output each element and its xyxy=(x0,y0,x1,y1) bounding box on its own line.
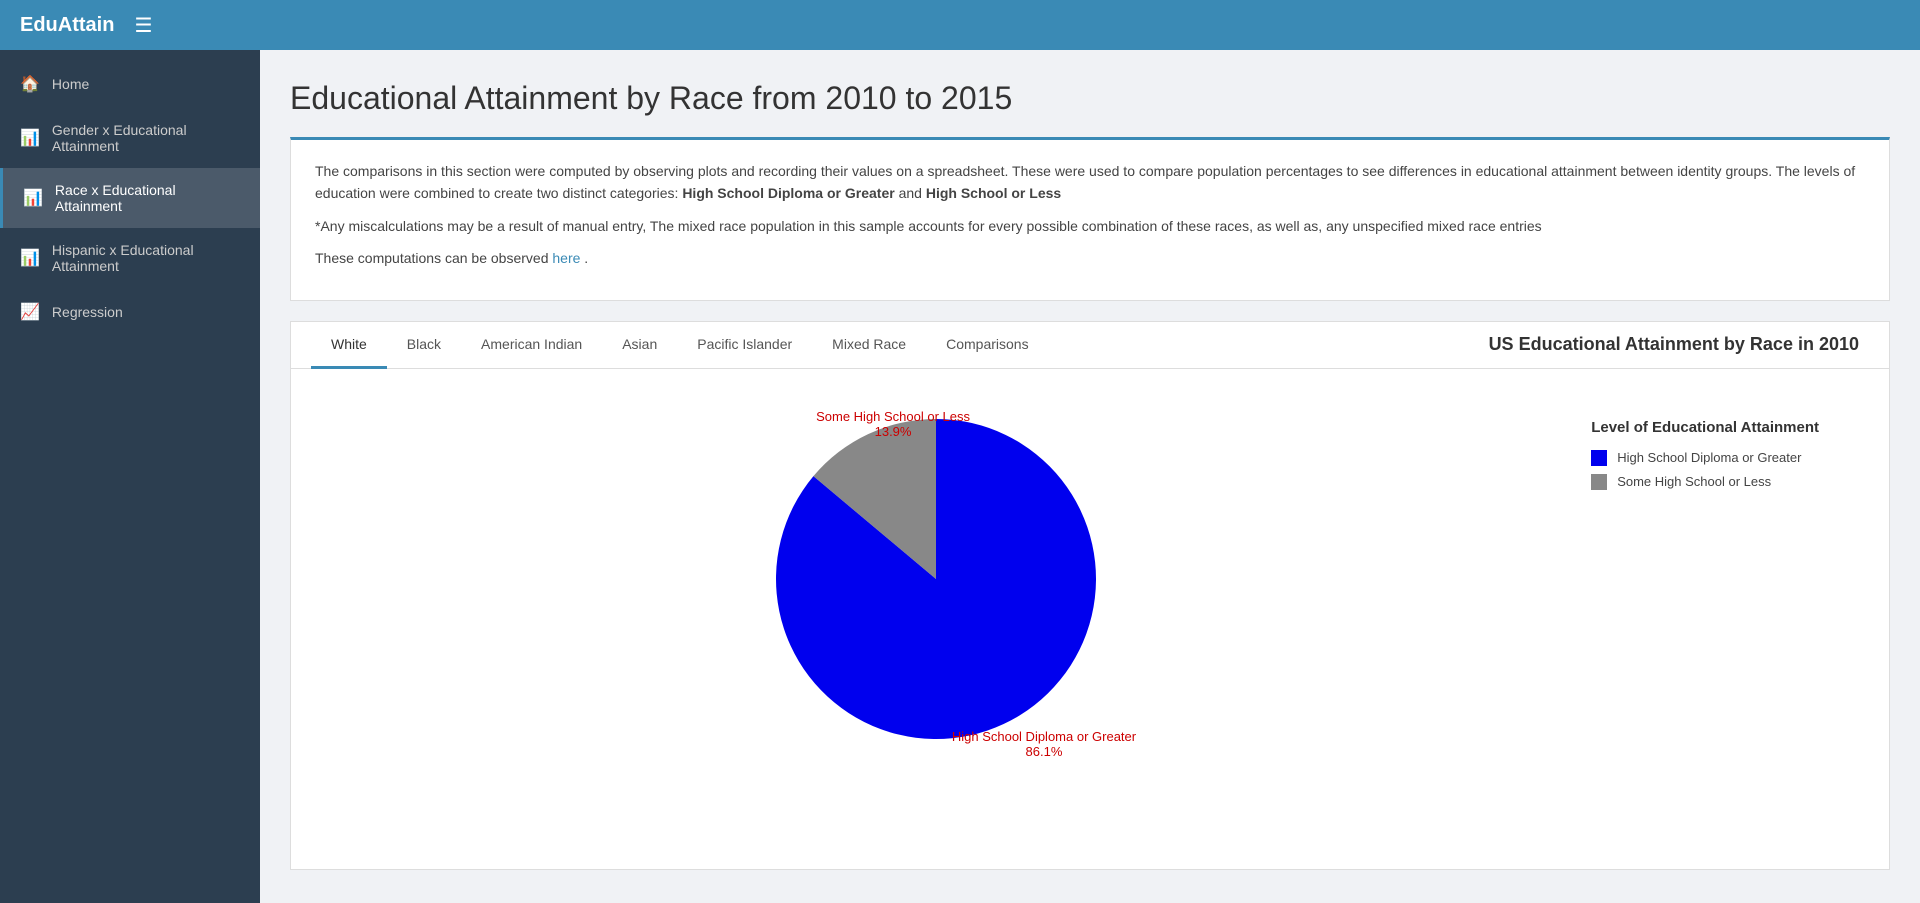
info-paragraph-3: These computations can be observed here … xyxy=(315,247,1865,269)
legend-item-gray: Some High School or Less xyxy=(1591,474,1819,490)
main-layout: 🏠 Home 📊 Gender x Educational Attainment… xyxy=(0,50,1920,903)
home-icon: 🏠 xyxy=(20,74,40,94)
info-text-1: The comparisons in this section were com… xyxy=(315,163,1855,201)
sidebar-item-gender-label: Gender x Educational Attainment xyxy=(52,122,240,154)
tab-black[interactable]: Black xyxy=(387,322,461,369)
gray-swatch xyxy=(1591,474,1607,490)
info-box: The comparisons in this section were com… xyxy=(290,137,1890,301)
sidebar-item-race-label: Race x Educational Attainment xyxy=(55,182,240,214)
gray-pct-text: 13.9% xyxy=(875,424,912,439)
blue-pie-label: High School Diploma or Greater 86.1% xyxy=(952,729,1136,759)
sidebar-item-hispanic[interactable]: 📊 Hispanic x Educational Attainment xyxy=(0,228,260,288)
tabs-container: White Black American Indian Asian Pacifi… xyxy=(290,321,1890,870)
here-link[interactable]: here xyxy=(552,250,580,266)
sidebar-item-home[interactable]: 🏠 Home xyxy=(0,60,260,108)
chart-wrapper: Some High School or Less 13.9% xyxy=(321,399,1551,759)
bar-chart-icon-2: 📊 xyxy=(23,188,43,208)
chart-title: US Educational Attainment by Race in 201… xyxy=(1489,334,1869,355)
tab-asian[interactable]: Asian xyxy=(602,322,677,369)
legend-title: Level of Educational Attainment xyxy=(1591,419,1819,436)
sidebar-item-gender[interactable]: 📊 Gender x Educational Attainment xyxy=(0,108,260,168)
period: . xyxy=(584,250,588,266)
sidebar-item-hispanic-label: Hispanic x Educational Attainment xyxy=(52,242,240,274)
legend-item-blue: High School Diploma or Greater xyxy=(1591,450,1819,466)
tab-comparisons[interactable]: Comparisons xyxy=(926,322,1048,369)
legend-blue-label: High School Diploma or Greater xyxy=(1617,450,1801,465)
bar-chart-icon: 📊 xyxy=(20,128,40,148)
blue-pct-text: 86.1% xyxy=(1026,744,1063,759)
info-and: and xyxy=(899,185,926,201)
tab-american-indian[interactable]: American Indian xyxy=(461,322,602,369)
page-title: Educational Attainment by Race from 2010… xyxy=(290,80,1890,117)
chart-area: Some High School or Less 13.9% xyxy=(291,369,1889,869)
tab-pacific-islander[interactable]: Pacific Islander xyxy=(677,322,812,369)
gray-label-text: Some High School or Less xyxy=(816,409,970,424)
hamburger-icon[interactable]: ☰ xyxy=(134,13,152,38)
info-paragraph-1: The comparisons in this section were com… xyxy=(315,160,1865,205)
sidebar-item-race[interactable]: 📊 Race x Educational Attainment xyxy=(0,168,260,228)
info-paragraph-2: *Any miscalculations may be a result of … xyxy=(315,215,1865,237)
computed-text: These computations can be observed xyxy=(315,250,552,266)
bar-chart-icon-3: 📊 xyxy=(20,248,40,268)
sidebar-item-regression[interactable]: 📈 Regression xyxy=(0,288,260,336)
tab-white[interactable]: White xyxy=(311,322,387,369)
bold-term-2: High School or Less xyxy=(926,185,1061,201)
sidebar-item-home-label: Home xyxy=(52,76,89,92)
tabs-header: White Black American Indian Asian Pacifi… xyxy=(291,322,1889,369)
pie-svg xyxy=(756,399,1116,759)
topbar: EduAttain ☰ xyxy=(0,0,1920,50)
gray-pie-label: Some High School or Less 13.9% xyxy=(816,409,970,439)
line-chart-icon: 📈 xyxy=(20,302,40,322)
bold-term-1: High School Diploma or Greater xyxy=(682,185,894,201)
sidebar-item-regression-label: Regression xyxy=(52,304,123,320)
pie-chart-container: Some High School or Less 13.9% xyxy=(756,399,1116,759)
blue-swatch xyxy=(1591,450,1607,466)
main-content: Educational Attainment by Race from 2010… xyxy=(260,50,1920,903)
chart-legend: Level of Educational Attainment High Sch… xyxy=(1551,399,1859,518)
legend-gray-label: Some High School or Less xyxy=(1617,474,1771,489)
tab-mixed-race[interactable]: Mixed Race xyxy=(812,322,926,369)
sidebar: 🏠 Home 📊 Gender x Educational Attainment… xyxy=(0,50,260,903)
blue-label-text: High School Diploma or Greater xyxy=(952,729,1136,744)
app-title: EduAttain xyxy=(20,14,114,37)
tabs-list: White Black American Indian Asian Pacifi… xyxy=(311,322,1049,368)
